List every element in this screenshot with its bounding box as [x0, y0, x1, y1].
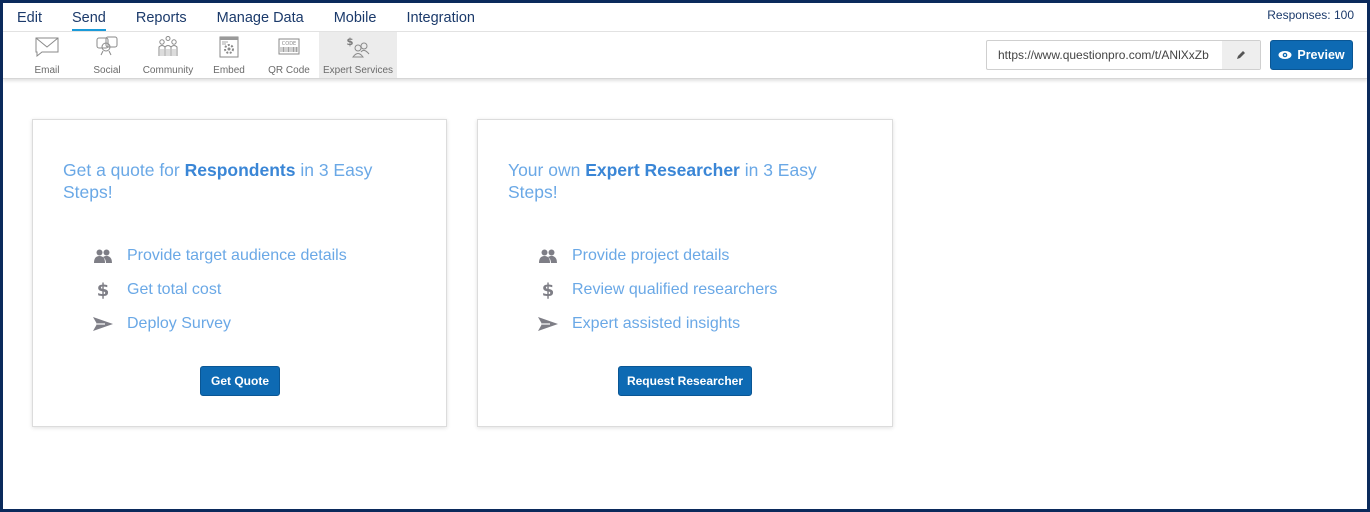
tool-label: Embed: [213, 65, 245, 76]
send-icon: [538, 314, 558, 334]
step-item: Deploy Survey: [93, 307, 347, 341]
menu-edit[interactable]: Edit: [17, 9, 42, 31]
tool-email[interactable]: Email: [17, 32, 77, 78]
envelope-icon: [35, 37, 59, 58]
title-highlight: Expert Researcher: [585, 160, 740, 180]
send-icon: [93, 314, 113, 334]
step-text: Get total cost: [127, 281, 222, 298]
step-text: Deploy Survey: [127, 315, 232, 332]
menu-send[interactable]: Send: [72, 9, 106, 31]
edit-url-button[interactable]: [1222, 41, 1260, 69]
title-highlight: Respondents: [184, 160, 296, 180]
tool-qr-code[interactable]: CODE QR Code: [259, 32, 319, 78]
community-people-icon: [158, 36, 178, 56]
top-navigation: Edit Send Reports Manage Data Mobile Int…: [3, 3, 1367, 32]
get-quote-button[interactable]: Get Quote: [200, 366, 280, 396]
qr-code-icon: CODE: [278, 38, 300, 55]
tool-community[interactable]: Community: [137, 32, 199, 78]
title-prefix: Get a quote for: [63, 160, 185, 180]
svg-text:$: $: [347, 37, 354, 48]
responses-count: Responses: 100: [1267, 8, 1354, 22]
preview-label: Preview: [1297, 48, 1345, 62]
tool-label: Community: [142, 65, 194, 76]
steps-list: Provide target audience details $ Get to…: [93, 239, 347, 341]
expert-services-icon: $: [347, 37, 370, 58]
step-text: Expert assisted insights: [572, 315, 741, 332]
steps-list: Provide project details $ Review qualifi…: [538, 239, 777, 341]
svg-text:CODE: CODE: [282, 41, 296, 47]
menu-reports[interactable]: Reports: [136, 9, 187, 31]
title-prefix: Your own: [508, 160, 586, 180]
step-text: Review qualified researchers: [572, 281, 778, 298]
request-researcher-button[interactable]: Request Researcher: [618, 366, 752, 396]
tool-embed[interactable]: Embed: [199, 32, 259, 78]
dollar-icon: $: [93, 280, 113, 300]
step-text: Provide project details: [572, 247, 730, 264]
tool-label: Social: [93, 65, 121, 76]
survey-url[interactable]: https://www.questionpro.com/t/ANlXxZb: [987, 41, 1222, 69]
step-item: $ Review qualified researchers: [538, 273, 777, 307]
tool-label: QR Code: [268, 65, 310, 76]
step-item: Provide project details: [538, 239, 777, 273]
users-icon: [93, 246, 113, 266]
menu-mobile[interactable]: Mobile: [334, 9, 377, 31]
menu-integration[interactable]: Integration: [406, 9, 475, 31]
step-text: Provide target audience details: [127, 247, 347, 264]
step-item: Expert assisted insights: [538, 307, 777, 341]
social-chat-icon: [96, 36, 118, 56]
respondents-quote-card: Get a quote for Respondents in 3 Easy St…: [32, 119, 447, 427]
expert-researcher-card: Your own Expert Researcher in 3 Easy Ste…: [477, 119, 893, 427]
step-item: Provide target audience details: [93, 239, 347, 273]
tool-label: Expert Services: [322, 65, 394, 76]
tool-social[interactable]: Social: [77, 32, 137, 78]
card-title: Get a quote for Respondents in 3 Easy St…: [63, 159, 403, 203]
svg-text:$: $: [97, 280, 109, 300]
users-icon: [538, 246, 558, 266]
svg-text:$: $: [542, 280, 554, 300]
dollar-icon: $: [538, 280, 558, 300]
tool-expert-services[interactable]: $ Expert Services: [319, 32, 397, 78]
card-title: Your own Expert Researcher in 3 Easy Ste…: [508, 159, 848, 203]
menu-manage-data[interactable]: Manage Data: [217, 9, 304, 31]
pencil-icon: [1237, 51, 1245, 59]
tool-label: Email: [34, 65, 60, 76]
step-item: $ Get total cost: [93, 273, 347, 307]
preview-button[interactable]: Preview: [1270, 40, 1353, 70]
survey-url-field[interactable]: https://www.questionpro.com/t/ANlXxZb: [986, 40, 1261, 70]
app-window: Edit Send Reports Manage Data Mobile Int…: [3, 3, 1367, 509]
embed-gear-icon: [219, 36, 239, 58]
main-menu: Edit Send Reports Manage Data Mobile Int…: [17, 9, 505, 31]
send-toolbar: Email Social Community Embed CODE QR Cod…: [3, 32, 1367, 79]
eye-icon: [1278, 51, 1292, 59]
